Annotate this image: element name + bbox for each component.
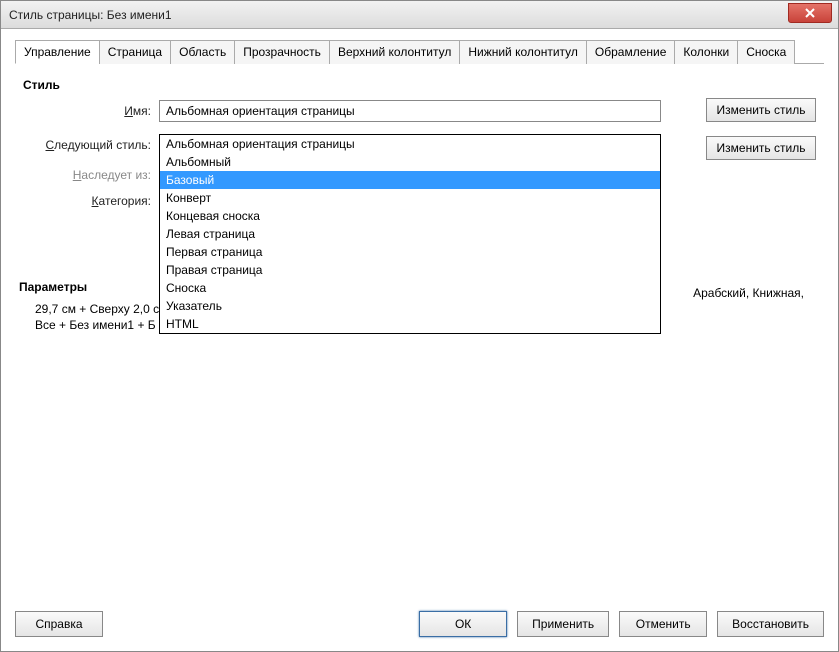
name-input[interactable] (159, 100, 661, 122)
cancel-button[interactable]: Отменить (619, 611, 707, 637)
restore-button[interactable]: Восстановить (717, 611, 824, 637)
right-buttons-col: Изменить стиль Изменить стиль (706, 98, 816, 160)
dialog-buttons: Справка ОК Применить Отменить Восстанови… (15, 611, 824, 637)
dropdown-option[interactable]: Альбомный (160, 153, 660, 171)
label-next-style: Следующий стиль: (23, 138, 151, 152)
tab-management[interactable]: Управление (15, 40, 100, 64)
tab-area[interactable]: Область (170, 40, 235, 64)
tab-page[interactable]: Страница (99, 40, 171, 64)
dropdown-option[interactable]: Сноска (160, 279, 660, 297)
tab-bar: Управление Страница Область Прозрачность… (15, 39, 824, 64)
tab-border[interactable]: Обрамление (586, 40, 675, 64)
window-title: Стиль страницы: Без имени1 (9, 8, 172, 22)
ok-button[interactable]: ОК (419, 611, 507, 637)
row-name: Имя: (23, 100, 816, 122)
dropdown-option[interactable]: Первая страница (160, 243, 660, 261)
help-button[interactable]: Справка (15, 611, 103, 637)
dropdown-option[interactable]: Указатель (160, 297, 660, 315)
dropdown-option[interactable]: Левая страница (160, 225, 660, 243)
dialog-window: Стиль страницы: Без имени1 Управление Ст… (0, 0, 839, 652)
dropdown-option[interactable]: Базовый (160, 171, 660, 189)
dropdown-option[interactable]: HTML (160, 315, 660, 333)
tab-header[interactable]: Верхний колонтитул (329, 40, 460, 64)
label-category: Категория: (23, 194, 151, 208)
dropdown-option[interactable]: Правая страница (160, 261, 660, 279)
tab-body: Стиль Имя: Следующий стиль: Альбомная ор… (15, 64, 824, 594)
dropdown-option[interactable]: Концевая сноска (160, 207, 660, 225)
tab-transparency[interactable]: Прозрачность (234, 40, 330, 64)
titlebar[interactable]: Стиль страницы: Без имени1 (1, 1, 838, 29)
dialog-content: Управление Страница Область Прозрачность… (1, 29, 838, 651)
label-name: Имя: (23, 104, 151, 118)
label-name-rest: мя: (133, 104, 151, 118)
dropdown-option[interactable]: Альбомная ориентация страницы (160, 135, 660, 153)
apply-button[interactable]: Применить (517, 611, 609, 637)
tab-footnote[interactable]: Сноска (737, 40, 795, 64)
close-icon (805, 8, 815, 18)
close-button[interactable] (788, 3, 832, 23)
tab-columns[interactable]: Колонки (674, 40, 738, 64)
section-style-label: Стиль (23, 78, 816, 92)
edit-style-button-1[interactable]: Изменить стиль (706, 98, 816, 122)
label-inherit: Наследует из: (23, 168, 151, 182)
next-style-dropdown[interactable]: Альбомная ориентация страницы Альбомный … (159, 134, 661, 334)
params-line-right: Арабский, Книжная, (693, 286, 804, 300)
tab-footer[interactable]: Нижний колонтитул (459, 40, 587, 64)
edit-style-button-2[interactable]: Изменить стиль (706, 136, 816, 160)
dropdown-option[interactable]: Конверт (160, 189, 660, 207)
